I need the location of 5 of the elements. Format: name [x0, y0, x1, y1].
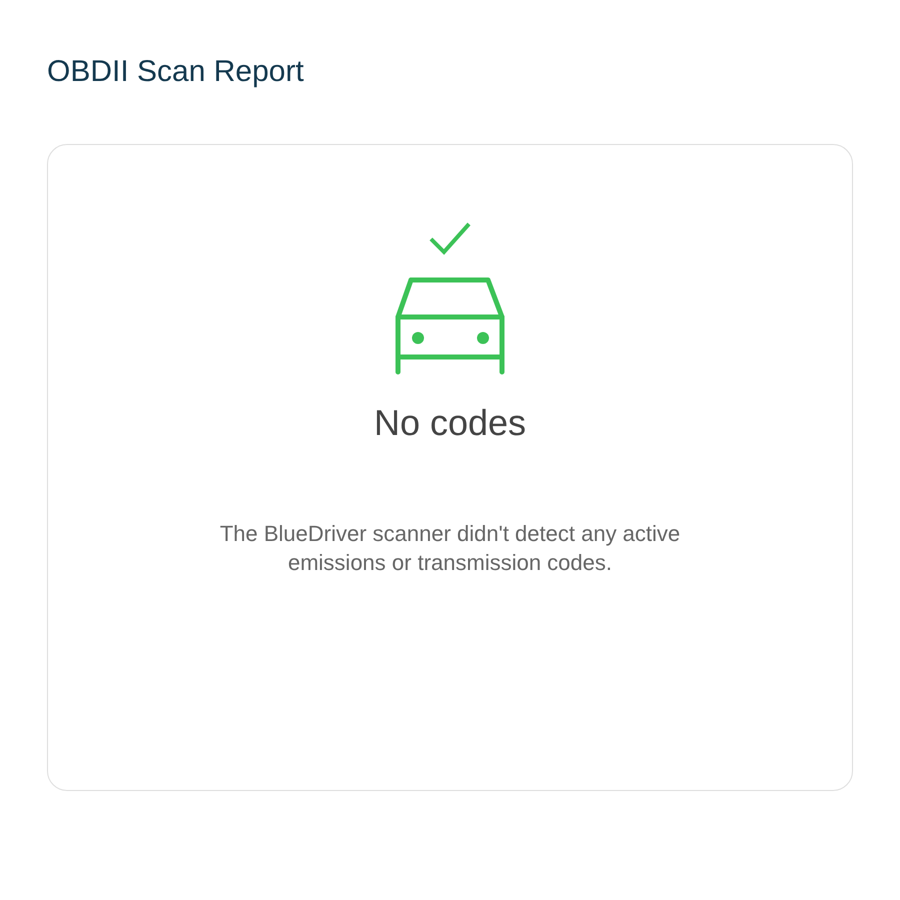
- result-headline: No codes: [374, 401, 526, 445]
- page-title: OBDII Scan Report: [47, 54, 304, 90]
- result-message: The BlueDriver scanner didn't detect any active emissions or transmission codes.: [218, 520, 682, 577]
- checkmark-icon: [428, 221, 472, 255]
- car-front-icon: [395, 277, 505, 375]
